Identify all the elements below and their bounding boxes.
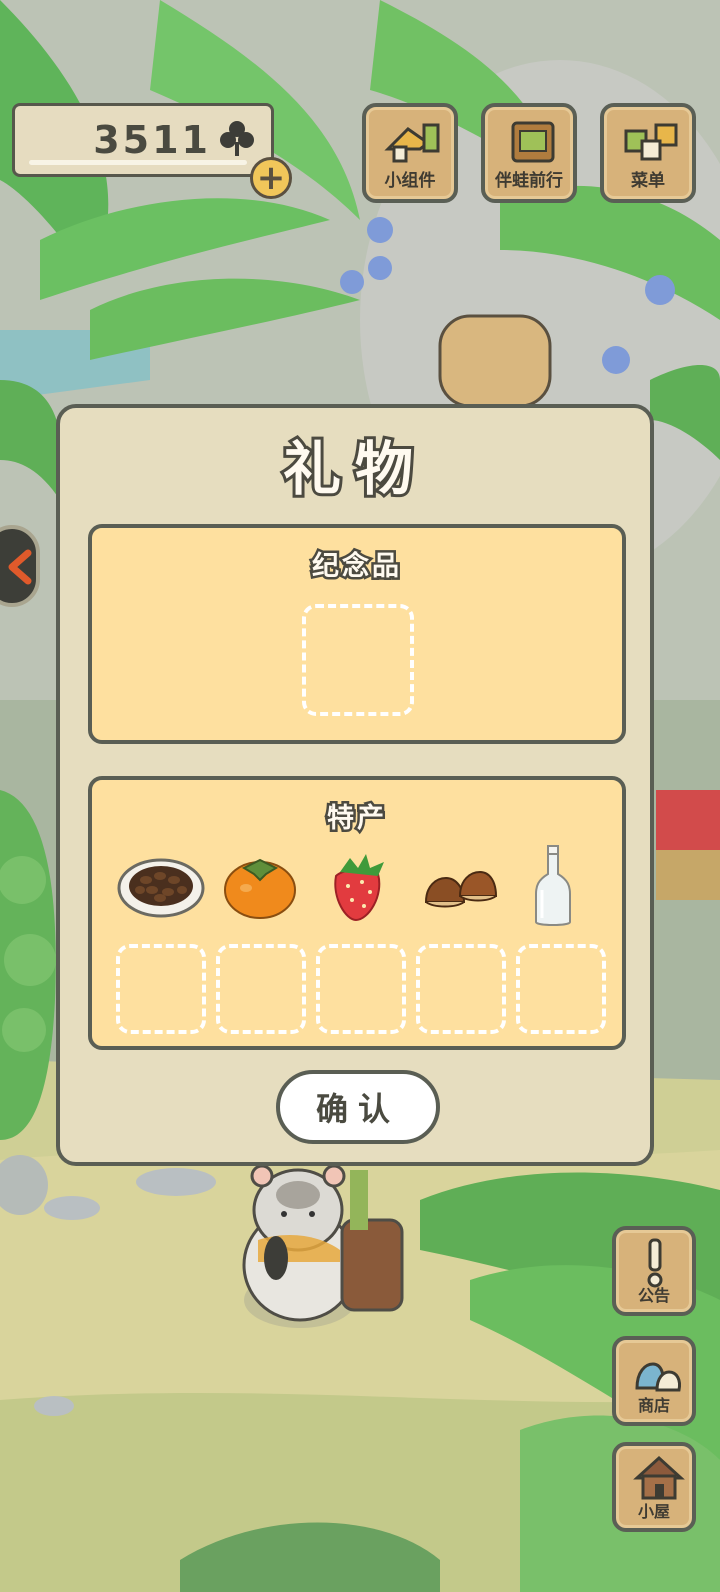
persimmon-icon[interactable] <box>220 850 300 920</box>
specialty-slot[interactable] <box>516 944 606 1034</box>
souvenir-slot[interactable] <box>302 604 414 716</box>
menu-button[interactable]: 菜单 <box>600 103 696 203</box>
gift-dialog: 礼物 纪念品 特产 确认 <box>56 404 654 1166</box>
specialty-slot[interactable] <box>316 944 406 1034</box>
specialty-title: 特产 <box>325 801 387 837</box>
menu-cards-icon <box>624 123 678 161</box>
shop-button[interactable]: 商店 <box>612 1336 696 1426</box>
specialty-slot[interactable] <box>216 944 306 1034</box>
specialty-panel: 特产 <box>88 776 626 1050</box>
dialog-title: 礼物 <box>280 432 427 506</box>
journey-button[interactable]: 伴蛙前行 <box>481 103 577 203</box>
house-button[interactable]: 小屋 <box>612 1442 696 1532</box>
specialty-slot[interactable] <box>116 944 206 1034</box>
house-label: 小屋 <box>637 1502 670 1521</box>
plus-icon: + <box>256 158 286 198</box>
exclamation-icon <box>647 1238 663 1288</box>
clover-icon <box>220 121 254 156</box>
notice-label: 公告 <box>637 1286 670 1305</box>
add-clover-button[interactable]: + <box>250 157 292 199</box>
chevron-left-icon <box>8 549 32 585</box>
clover-amount: 3511 <box>93 118 211 162</box>
coffee-beans-icon[interactable] <box>116 850 206 920</box>
strawberry-icon[interactable] <box>326 850 392 924</box>
souvenir-panel: 纪念品 <box>88 524 626 744</box>
specialty-slot[interactable] <box>416 944 506 1034</box>
souvenir-title: 纪念品 <box>310 549 402 585</box>
clover-progress-bar <box>29 160 247 165</box>
clover-counter: 3511 <box>12 103 274 177</box>
confirm-button[interactable]: 确认 <box>276 1070 440 1144</box>
journey-label: 伴蛙前行 <box>495 171 563 191</box>
notice-button[interactable]: 公告 <box>612 1226 696 1316</box>
scroll-left-button[interactable] <box>0 525 40 607</box>
chestnuts-icon[interactable] <box>420 850 500 920</box>
menu-label: 菜单 <box>631 171 665 191</box>
shop-bags-icon <box>635 1362 681 1392</box>
bottle-icon[interactable] <box>528 844 578 930</box>
shop-label: 商店 <box>637 1396 670 1415</box>
house-icon <box>633 1455 685 1500</box>
journey-album-icon <box>511 121 555 163</box>
widget-icon <box>384 123 440 163</box>
widget-label: 小组件 <box>384 171 436 191</box>
widget-button[interactable]: 小组件 <box>362 103 458 203</box>
